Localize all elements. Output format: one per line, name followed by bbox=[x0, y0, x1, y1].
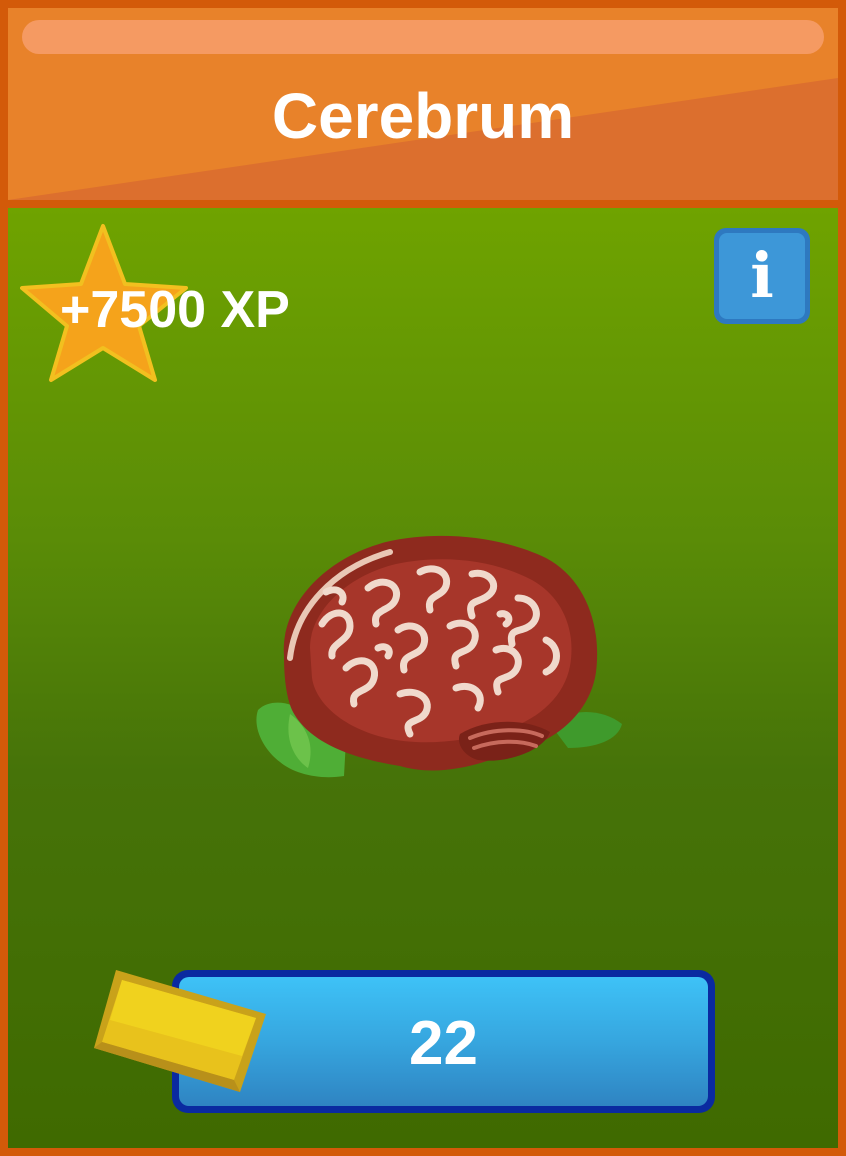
gold-bar-icon bbox=[94, 970, 266, 1092]
xp-reward-label: +7500 XP bbox=[60, 281, 290, 339]
info-button[interactable]: i bbox=[714, 228, 810, 324]
card-header: Cerebrum bbox=[8, 8, 838, 200]
card-title: Cerebrum bbox=[271, 80, 575, 152]
info-glyph: i bbox=[750, 239, 774, 312]
brain-icon bbox=[256, 535, 622, 778]
header-gloss bbox=[22, 20, 824, 54]
header-divider bbox=[0, 200, 846, 208]
item-card: Cerebrum +7500 XP i 22 bbox=[0, 0, 846, 1156]
info-icon: i bbox=[719, 233, 805, 319]
